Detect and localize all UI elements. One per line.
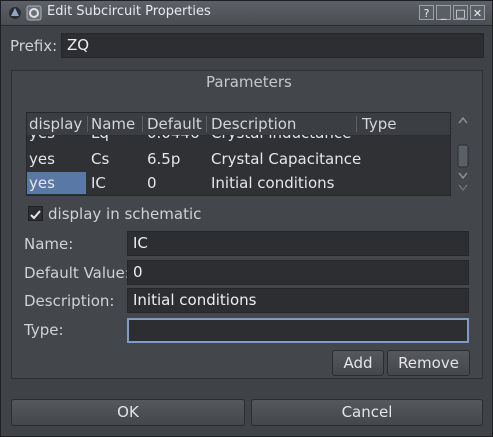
table-scrollbar[interactable]: [456, 112, 470, 196]
window-menu-icon[interactable]: [26, 5, 42, 21]
type-input[interactable]: [127, 318, 469, 343]
parameters-table[interactable]: display Name Default Description Type ye…: [26, 112, 451, 196]
title-bar[interactable]: Edit Subcircuit Properties ? _ □ ✕: [1, 1, 492, 26]
cell-name: Cs: [91, 150, 110, 168]
help-button[interactable]: ?: [419, 5, 434, 20]
app-icon: [7, 5, 23, 21]
window-title: Edit Subcircuit Properties: [47, 4, 211, 19]
checkmark-icon: [30, 210, 41, 220]
ok-button[interactable]: OK: [11, 399, 245, 426]
type-label: Type:: [24, 321, 64, 339]
close-button[interactable]: ✕: [470, 5, 485, 20]
name-label: Name:: [24, 235, 74, 253]
description-label: Description:: [24, 292, 115, 310]
table-row[interactable]: yes Cs 6.5p Crystal Capacitance: [27, 148, 450, 170]
cell-display: yes: [27, 172, 86, 194]
name-input[interactable]: IC: [127, 231, 469, 256]
remove-button[interactable]: Remove: [387, 350, 470, 376]
add-button[interactable]: Add: [332, 350, 384, 376]
default-value-label: Default Value:: [24, 264, 130, 282]
cell-default: 0: [147, 174, 157, 192]
prefix-label: Prefix:: [10, 37, 58, 55]
cancel-button[interactable]: Cancel: [251, 399, 483, 426]
table-row-selected[interactable]: yes IC 0 Initial conditions: [27, 172, 450, 194]
minimize-button[interactable]: _: [436, 5, 451, 20]
default-value-input[interactable]: 0: [127, 260, 469, 285]
cell-description: Initial conditions: [211, 174, 335, 192]
dialog-window: Edit Subcircuit Properties ? _ □ ✕ Prefi…: [0, 0, 493, 437]
description-input[interactable]: Initial conditions: [127, 288, 469, 313]
display-in-schematic-label: display in schematic: [48, 205, 202, 223]
cell-description: Crystal Capacitance: [211, 150, 362, 168]
header-overlay: [27, 113, 450, 135]
parameters-title: Parameters: [206, 73, 292, 91]
cell-name: IC: [91, 174, 106, 192]
cell-default: 6.5p: [147, 150, 181, 168]
display-in-schematic-checkbox[interactable]: [28, 206, 43, 221]
maximize-button[interactable]: □: [453, 5, 468, 20]
cell-display: yes: [29, 150, 55, 168]
prefix-input[interactable]: ZQ: [61, 33, 484, 58]
